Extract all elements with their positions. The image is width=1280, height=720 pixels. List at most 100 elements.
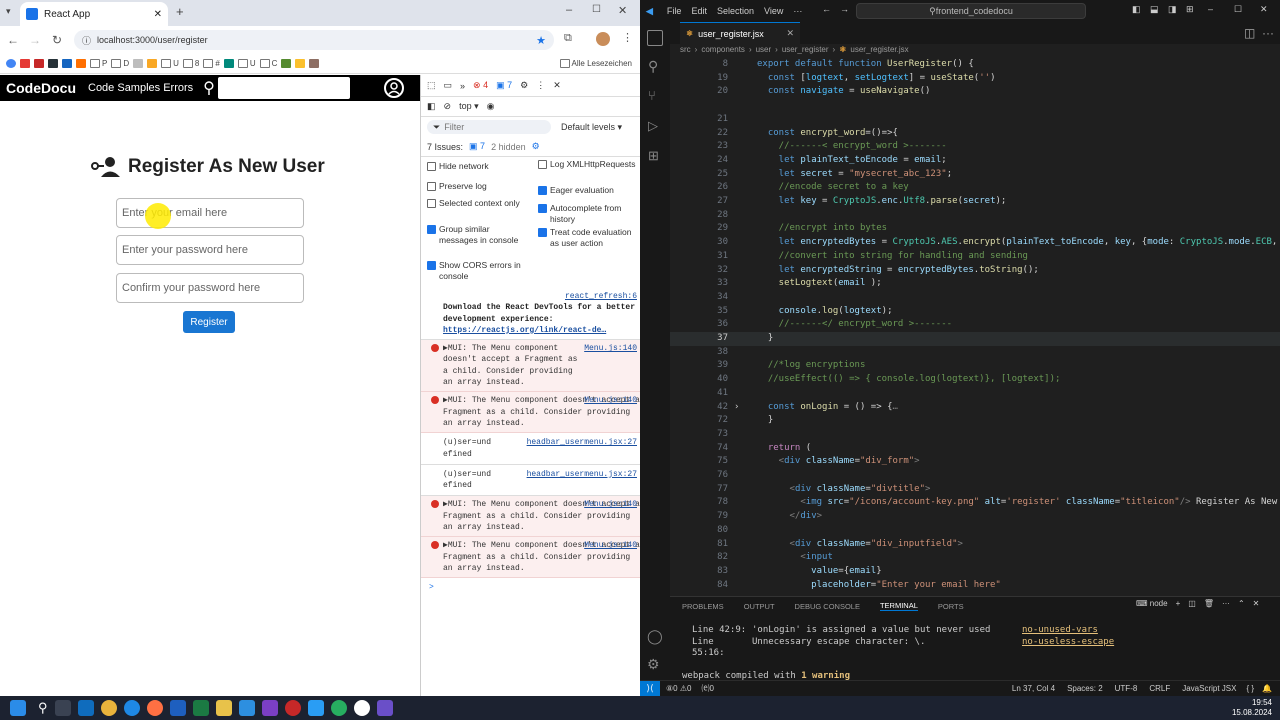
code-line[interactable]: 21	[670, 113, 1280, 127]
vscode-close-icon[interactable]: ✕	[1260, 4, 1268, 15]
chrome-taskbar-icon[interactable]	[100, 700, 117, 716]
manage-gear-icon[interactable]: ⚙	[647, 656, 660, 673]
bookmark-item[interactable]	[133, 59, 144, 68]
accounts-icon[interactable]: ◯	[647, 628, 663, 645]
maximize-panel-icon[interactable]: ⌃	[1238, 599, 1245, 608]
toggle-secondary-icon[interactable]: ◨	[1168, 4, 1177, 15]
nav-link-code-samples[interactable]: Code Samples Errors	[88, 82, 193, 94]
vscode-minimize-icon[interactable]: –	[1208, 4, 1213, 14]
source-link[interactable]: headbar_usermenu.jsx:27	[527, 469, 637, 480]
menu-selection[interactable]: Selection	[717, 6, 754, 16]
profile-avatar[interactable]	[596, 32, 610, 46]
vscode-taskbar-icon[interactable]	[238, 700, 255, 716]
code-line[interactable]: 76	[670, 469, 1280, 483]
log-levels-select[interactable]: Default levels ▾	[561, 122, 622, 133]
confirm-password-field[interactable]: Confirm your password here	[116, 273, 304, 303]
tab-debug-console[interactable]: DEBUG CONSOLE	[795, 602, 860, 611]
devtools-menu-icon[interactable]: ⋮	[536, 80, 545, 91]
maximize-icon[interactable]: ☐	[592, 4, 601, 15]
reload-icon[interactable]: ↻	[47, 30, 67, 50]
minimize-icon[interactable]: –	[566, 4, 572, 16]
close-editor-tab-icon[interactable]: ✕	[786, 28, 794, 39]
url-input[interactable]: ⓘ localhost:3000/user/register ★	[74, 30, 554, 50]
code-line[interactable]: 73	[670, 428, 1280, 442]
code-line[interactable]: 83 value={email}	[670, 565, 1280, 579]
close-devtools-icon[interactable]: ✕	[553, 80, 561, 91]
site-info-icon[interactable]: ⓘ	[82, 34, 91, 47]
bookmark-folder[interactable]: #	[203, 59, 220, 68]
status-problems[interactable]: ⑧0 ⚠0	[666, 684, 691, 693]
new-tab-icon[interactable]: +	[176, 4, 184, 19]
console-filter-input[interactable]: ⏷ Filter	[427, 120, 551, 134]
bookmark-folder[interactable]: C	[259, 59, 277, 68]
source-control-icon[interactable]: ⑂	[648, 88, 656, 103]
tab-problems[interactable]: PROBLEMS	[682, 602, 724, 611]
code-line[interactable]: 34	[670, 291, 1280, 305]
checkbox[interactable]	[427, 162, 436, 171]
tab-output[interactable]: OUTPUT	[744, 602, 775, 611]
code-line[interactable]: 72 }	[670, 414, 1280, 428]
kill-terminal-icon[interactable]: 🗑	[1204, 599, 1214, 608]
checkbox[interactable]	[538, 186, 547, 195]
status-cursor-position[interactable]: Ln 37, Col 4	[1012, 684, 1055, 693]
bookmark-folder[interactable]: P	[90, 59, 107, 68]
more-tabs-icon[interactable]: »	[460, 81, 465, 91]
forward-icon[interactable]: →	[25, 30, 45, 50]
issues-settings-gear-icon[interactable]: ⚙	[532, 141, 540, 152]
menu-file[interactable]: File	[667, 6, 682, 16]
search-input[interactable]	[218, 77, 350, 99]
bookmark-star-icon[interactable]: ★	[536, 34, 546, 47]
editor-more-icon[interactable]: ···	[1262, 26, 1274, 40]
notifications-bell-icon[interactable]: 🔔	[1262, 684, 1272, 693]
code-line[interactable]: 26 //encode secret to a key	[670, 181, 1280, 195]
status-ports[interactable]: ⒠0	[701, 683, 713, 694]
code-line[interactable]: 79 </div>	[670, 510, 1280, 524]
system-clock[interactable]: 19:54 15.08.2024	[1232, 698, 1272, 718]
taskbar-search-icon[interactable]: ⚲	[38, 700, 48, 716]
code-line[interactable]: 29 //encrypt into bytes	[670, 222, 1280, 236]
device-toggle-icon[interactable]: ▭	[444, 80, 453, 91]
user-account-icon[interactable]	[384, 78, 404, 98]
bookmark-folder[interactable]: U	[161, 59, 179, 68]
source-link[interactable]: headbar_usermenu.jsx:27	[527, 437, 637, 448]
app-icon[interactable]	[307, 700, 324, 716]
source-link[interactable]: Menu.js:140	[584, 395, 637, 406]
checkbox[interactable]	[427, 261, 436, 270]
copilot-icon[interactable]: { }	[1246, 684, 1254, 693]
bookmark-item[interactable]	[6, 59, 16, 68]
run-debug-icon[interactable]: ▷	[648, 118, 658, 134]
task-view-icon[interactable]	[54, 700, 71, 716]
code-line[interactable]: 75 <div className="div_form">	[670, 455, 1280, 469]
option-eager-evaluation[interactable]: Eager evaluation	[538, 185, 638, 203]
tab-ports[interactable]: PORTS	[938, 602, 964, 611]
code-line[interactable]: 37 }	[670, 332, 1280, 346]
bookmark-folder[interactable]: D	[111, 59, 129, 68]
status-indentation[interactable]: Spaces: 2	[1067, 684, 1103, 693]
code-line[interactable]: 31 //convert into string for handling an…	[670, 250, 1280, 264]
code-line[interactable]: 78 <img src="/icons/account-key.png" alt…	[670, 496, 1280, 510]
code-line[interactable]: 36 //------</ encrypt_word >-------	[670, 318, 1280, 332]
code-line[interactable]: 27 let key = CryptoJS.enc.Utf8.parse(sec…	[670, 195, 1280, 209]
code-line[interactable]: 74 return (	[670, 442, 1280, 456]
bookmark-item[interactable]	[295, 59, 306, 68]
chrome-menu-icon[interactable]: ⋮	[622, 31, 633, 44]
checkbox[interactable]	[427, 182, 436, 191]
browser-tab[interactable]: React App ✕	[20, 2, 168, 26]
message-count-icon[interactable]: ▣ 7	[496, 80, 512, 91]
split-editor-icon[interactable]: ◫	[1244, 26, 1255, 40]
extensions-icon[interactable]: ⧉	[564, 32, 572, 45]
option-log-xhr[interactable]: Log XMLHttpRequests	[538, 159, 638, 185]
code-line[interactable]: 77 <div className="divtitle">	[670, 483, 1280, 497]
code-line[interactable]: 8 export default function UserRegister() …	[670, 58, 1280, 72]
app-icon[interactable]	[353, 700, 370, 716]
search-icon[interactable]: ⚲	[648, 58, 658, 75]
editor-tab[interactable]: ⚛ user_register.jsx ✕	[680, 22, 800, 44]
bookmark-folder[interactable]: 8	[182, 59, 199, 68]
bookmark-item[interactable]	[223, 59, 234, 68]
live-expression-eye-icon[interactable]: ◉	[487, 101, 495, 112]
search-icon[interactable]: ⚲	[203, 78, 215, 98]
issues-count-badge[interactable]: ▣ 7	[469, 141, 485, 152]
edge-icon[interactable]	[123, 700, 140, 716]
code-line[interactable]: 81 <div className="div_inputfield">	[670, 538, 1280, 552]
option-show-cors[interactable]: Show CORS errors in console	[427, 260, 527, 286]
